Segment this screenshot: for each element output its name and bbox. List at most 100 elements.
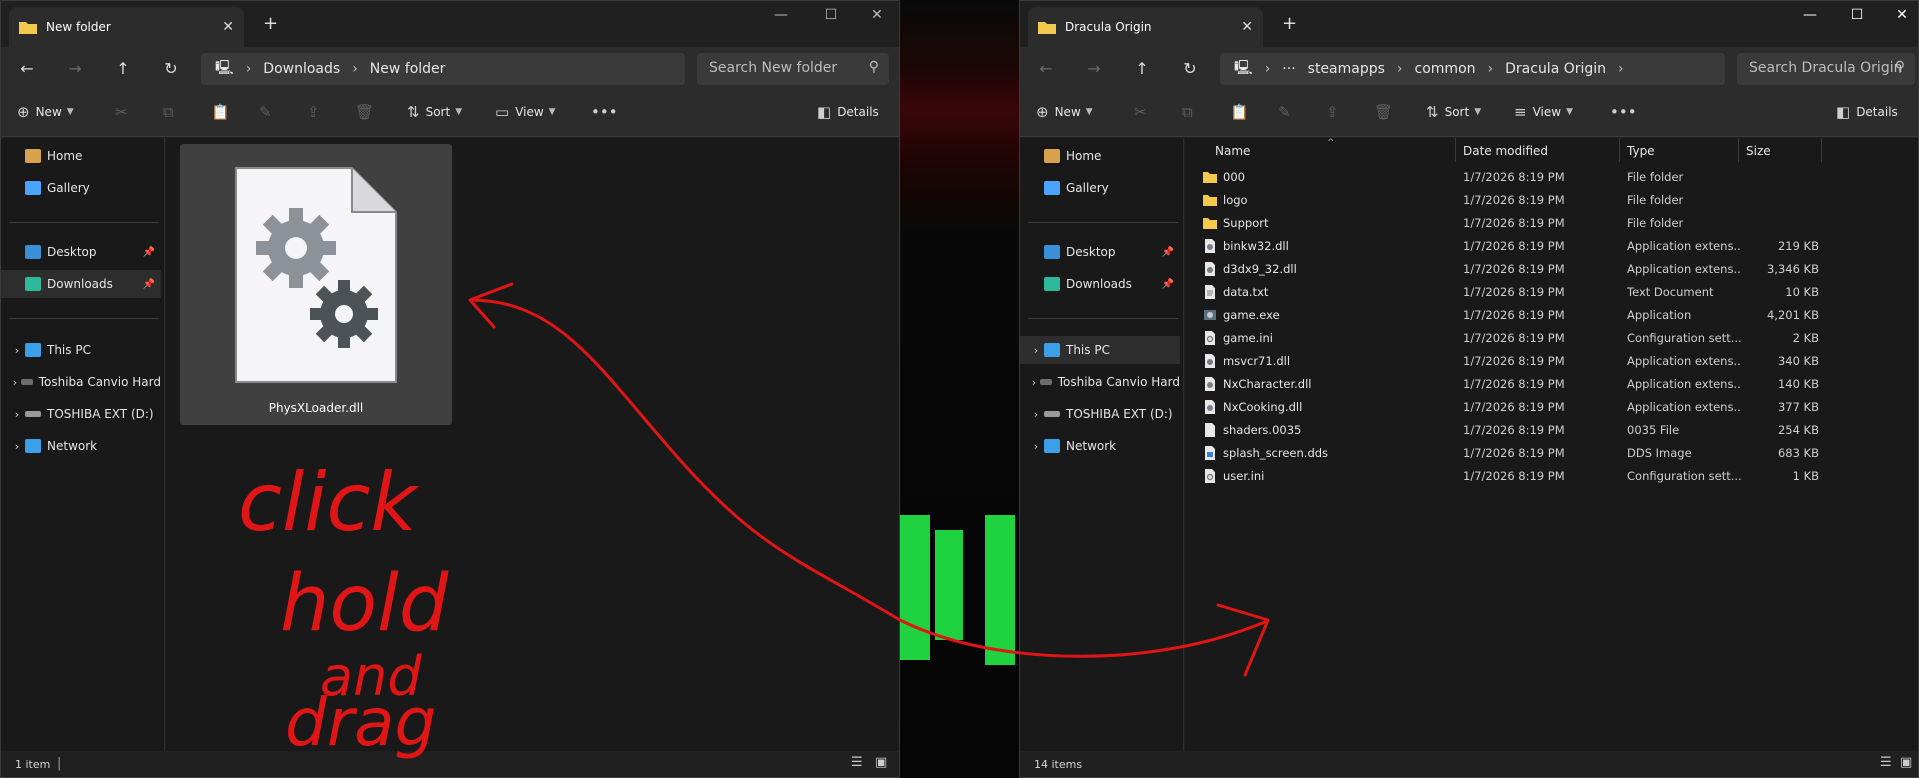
chevron-right-icon[interactable]: › xyxy=(1028,376,1040,389)
tab-dracula-origin[interactable]: Dracula Origin ✕ xyxy=(1028,7,1263,47)
sort-button[interactable]: ⇅ Sort ▼ xyxy=(407,103,462,121)
breadcrumb-item[interactable]: Dracula Origin xyxy=(1505,61,1606,77)
breadcrumb[interactable]: 🖳 › Downloads › New folder xyxy=(201,53,685,85)
breadcrumb-item[interactable]: common xyxy=(1415,61,1476,77)
breadcrumb-item[interactable]: New folder xyxy=(370,61,446,77)
copy-button[interactable]: ⧉ xyxy=(1182,103,1199,121)
breadcrumb-item[interactable]: Downloads xyxy=(263,61,340,77)
minimize-icon[interactable]: — xyxy=(771,7,791,23)
sidebar-item-home[interactable]: Home xyxy=(1,142,161,170)
details-view-toggle-icon[interactable]: ☰ xyxy=(851,755,863,770)
column-divider[interactable] xyxy=(1738,138,1739,162)
sidebar-item-this-pc[interactable]: › This PC xyxy=(1020,336,1180,364)
up-icon[interactable]: ↑ xyxy=(1130,57,1154,81)
table-row[interactable]: d3dx9_32.dll 1/7/2026 8:19 PM Application … xyxy=(1185,258,1918,281)
chevron-right-icon[interactable]: › xyxy=(1028,408,1044,421)
paste-button[interactable]: 📋 xyxy=(211,103,236,121)
cut-button[interactable]: ✂ xyxy=(1134,103,1153,121)
chevron-right-icon[interactable]: › xyxy=(1028,440,1044,453)
cut-button[interactable]: ✂ xyxy=(115,103,134,121)
share-button[interactable]: ⇪ xyxy=(307,103,326,121)
back-icon[interactable]: ← xyxy=(15,57,39,81)
table-row[interactable]: shaders.0035 1/7/2026 8:19 PM 0035 File 254… xyxy=(1185,419,1918,442)
search-input[interactable]: Search Dracula Origin ⚲ xyxy=(1737,53,1915,85)
sidebar-item-network[interactable]: › Network xyxy=(1,432,161,460)
chevron-right-icon[interactable]: › xyxy=(1028,344,1044,357)
column-divider[interactable] xyxy=(1455,138,1456,162)
more-options-button[interactable]: ••• xyxy=(591,103,624,121)
column-divider[interactable] xyxy=(1821,138,1822,162)
search-input[interactable]: Search New folder ⚲ xyxy=(697,53,889,85)
close-window-icon[interactable]: ✕ xyxy=(1892,7,1912,23)
up-icon[interactable]: ↑ xyxy=(111,57,135,81)
close-tab-icon[interactable]: ✕ xyxy=(1241,19,1253,35)
table-row[interactable]: logo 1/7/2026 8:19 PM File folder xyxy=(1185,189,1918,212)
details-button[interactable]: ◧ Details xyxy=(817,103,879,121)
maximize-icon[interactable]: ☐ xyxy=(1847,7,1867,23)
view-button[interactable]: ▭ View ▼ xyxy=(495,103,556,121)
refresh-icon[interactable]: ↻ xyxy=(159,57,183,81)
new-button[interactable]: ⊕ New ▼ xyxy=(17,103,74,121)
add-tab-icon[interactable]: + xyxy=(263,13,278,34)
sidebar-item-toshiba-ext[interactable]: › TOSHIBA EXT (D:) xyxy=(1,400,161,428)
table-row[interactable]: NxCooking.dll 1/7/2026 8:19 PM Application… xyxy=(1185,396,1918,419)
more-options-button[interactable]: ••• xyxy=(1610,103,1643,121)
share-button[interactable]: ⇪ xyxy=(1326,103,1345,121)
column-header-name[interactable]: Name xyxy=(1215,144,1250,158)
table-row[interactable]: game.ini 1/7/2026 8:19 PM Configuration se… xyxy=(1185,327,1918,350)
large-icons-view-toggle-icon[interactable]: ▣ xyxy=(1900,755,1912,770)
close-tab-icon[interactable]: ✕ xyxy=(222,19,234,35)
table-row[interactable]: game.exe 1/7/2026 8:19 PM Application 4,201… xyxy=(1185,304,1918,327)
sidebar-item-downloads[interactable]: Downloads 📌 xyxy=(1,270,161,298)
forward-icon[interactable]: → xyxy=(63,57,87,81)
sidebar-item-this-pc[interactable]: › This PC xyxy=(1,336,161,364)
table-row[interactable]: NxCharacter.dll 1/7/2026 8:19 PM Applicati… xyxy=(1185,373,1918,396)
chevron-right-icon[interactable]: › xyxy=(9,440,25,453)
sidebar-item-toshiba-canvio[interactable]: › Toshiba Canvio Hard xyxy=(1020,368,1180,396)
table-row[interactable]: Support 1/7/2026 8:19 PM File folder xyxy=(1185,212,1918,235)
back-icon[interactable]: ← xyxy=(1034,57,1058,81)
sidebar-item-toshiba-canvio[interactable]: › Toshiba Canvio Hard xyxy=(1,368,161,396)
sidebar-item-network[interactable]: › Network xyxy=(1020,432,1180,460)
breadcrumb-item[interactable]: steamapps xyxy=(1308,61,1385,77)
close-window-icon[interactable]: ✕ xyxy=(867,7,887,23)
breadcrumb[interactable]: 🖳 › ··· steamapps › common › Dracula Ori… xyxy=(1220,53,1725,85)
sidebar-item-downloads[interactable]: Downloads 📌 xyxy=(1020,270,1180,298)
rename-button[interactable]: ✎ xyxy=(1278,103,1297,121)
details-view-toggle-icon[interactable]: ☰ xyxy=(1880,755,1892,770)
sort-button[interactable]: ⇅ Sort ▼ xyxy=(1426,103,1481,121)
sidebar-item-home[interactable]: Home xyxy=(1020,142,1180,170)
add-tab-icon[interactable]: + xyxy=(1282,13,1297,34)
maximize-icon[interactable]: ☐ xyxy=(821,7,841,23)
table-row[interactable]: splash_screen.dds 1/7/2026 8:19 PM DDS Ima… xyxy=(1185,442,1918,465)
chevron-right-icon[interactable]: › xyxy=(9,344,25,357)
column-header-date[interactable]: Date modified xyxy=(1463,144,1548,158)
new-button[interactable]: ⊕ New ▼ xyxy=(1036,103,1093,121)
tab-new-folder[interactable]: New folder ✕ xyxy=(9,7,244,47)
more-crumbs-icon[interactable]: ··· xyxy=(1282,61,1295,77)
sidebar-item-gallery[interactable]: Gallery xyxy=(1020,174,1180,202)
minimize-icon[interactable]: — xyxy=(1800,7,1820,23)
table-row[interactable]: data.txt 1/7/2026 8:19 PM Text Document 10 … xyxy=(1185,281,1918,304)
details-button[interactable]: ◧ Details xyxy=(1836,103,1898,121)
sidebar-item-gallery[interactable]: Gallery xyxy=(1,174,161,202)
table-row[interactable]: 000 1/7/2026 8:19 PM File folder xyxy=(1185,166,1918,189)
sidebar-item-desktop[interactable]: Desktop 📌 xyxy=(1020,238,1180,266)
sidebar-item-toshiba-ext[interactable]: › TOSHIBA EXT (D:) xyxy=(1020,400,1180,428)
paste-button[interactable]: 📋 xyxy=(1230,103,1255,121)
delete-button[interactable]: 🗑 xyxy=(355,103,380,121)
view-button[interactable]: ≡ View ▼ xyxy=(1514,103,1573,121)
large-icons-view-toggle-icon[interactable]: ▣ xyxy=(875,755,887,770)
rename-button[interactable]: ✎ xyxy=(259,103,278,121)
file-tile-physxloader[interactable]: PhysXLoader.dll xyxy=(180,144,452,425)
column-divider[interactable] xyxy=(1619,138,1620,162)
table-row[interactable]: msvcr71.dll 1/7/2026 8:19 PM Application e… xyxy=(1185,350,1918,373)
forward-icon[interactable]: → xyxy=(1082,57,1106,81)
sidebar-item-desktop[interactable]: Desktop 📌 xyxy=(1,238,161,266)
refresh-icon[interactable]: ↻ xyxy=(1178,57,1202,81)
chevron-right-icon[interactable]: › xyxy=(9,376,21,389)
table-row[interactable]: binkw32.dll 1/7/2026 8:19 PM Application e… xyxy=(1185,235,1918,258)
copy-button[interactable]: ⧉ xyxy=(163,103,180,121)
column-header-type[interactable]: Type xyxy=(1627,144,1655,158)
chevron-right-icon[interactable]: › xyxy=(9,408,25,421)
